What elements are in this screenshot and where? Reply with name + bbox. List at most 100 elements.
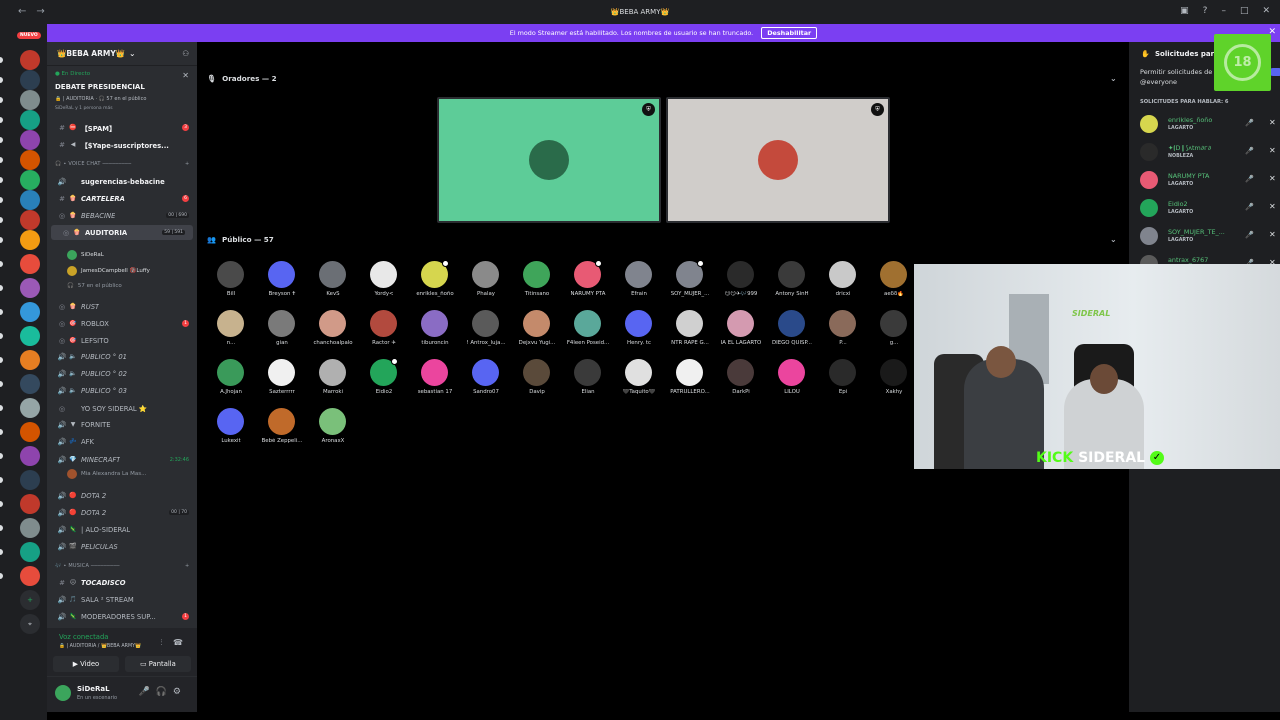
server-icon[interactable] <box>20 542 40 562</box>
audience-member[interactable]: Yordy< <box>358 261 410 307</box>
voice-member[interactable]: SiDeRaL <box>67 250 104 260</box>
close-icon[interactable]: ✕ <box>182 71 189 80</box>
server-icon[interactable] <box>20 326 40 346</box>
server-icon[interactable] <box>20 566 40 586</box>
audience-member[interactable]: gian <box>256 310 308 356</box>
channel-item[interactable]: ◎ 🎯 LEFSITO <box>47 333 197 348</box>
channel-item[interactable]: 🔊 🔈 PUBLICO ° 02 <box>47 366 197 381</box>
server-icon[interactable] <box>20 150 40 170</box>
server-icon[interactable] <box>20 278 40 298</box>
server-header[interactable]: 👑BEBA ARMY👑 ⌄ ⚇ <box>47 42 197 66</box>
audience-member[interactable]: enrikles_ñoño <box>409 260 461 307</box>
audience-member[interactable]: F4leen Poseid... <box>562 310 614 356</box>
add-member-icon[interactable]: ⚇ <box>182 49 189 58</box>
audience-member[interactable]: Sandro07 <box>460 359 512 405</box>
channel-item[interactable]: ◎ 🎯 ROBLOX 1 <box>47 316 197 331</box>
channel-item[interactable]: # ◀ 【$Yape-suscriptores... <box>47 137 197 152</box>
server-icon[interactable] <box>20 230 40 250</box>
disable-streamer-button[interactable]: Deshabilitar <box>761 27 818 39</box>
channel-item[interactable]: # 🍿 CARTELERA 6 <box>47 191 197 206</box>
server-icon[interactable] <box>20 350 40 370</box>
audience-member[interactable]: IA EL LAGARTO <box>715 310 767 356</box>
approve-speaker-icon[interactable]: 🎤 <box>1245 175 1254 183</box>
channel-item[interactable]: ◎ 🍿 AUDITORIA 59 | 591 <box>51 225 193 240</box>
audience-member[interactable]: Bill <box>205 261 257 307</box>
server-icon[interactable] <box>20 302 40 322</box>
channel-item[interactable]: 🔊 🎬 PELICULAS <box>47 539 197 554</box>
speak-request[interactable]: enrikles_ñoño LAGARTO 🎤 ✕ <box>1140 113 1280 135</box>
channel-item[interactable]: # 😐 TOCADISCO <box>47 575 197 590</box>
audience-member[interactable]: Efrain <box>613 261 665 307</box>
audience-member[interactable]: Lukexit <box>205 408 257 454</box>
disconnect-icon[interactable]: ☎ <box>173 638 187 647</box>
channel-item[interactable]: 🔊 🔴 DOTA 2 <box>47 488 197 503</box>
server-icon[interactable] <box>20 494 40 514</box>
channel-item[interactable]: 🔊 🎵 SALA ² STREAM <box>47 592 197 607</box>
deny-icon[interactable]: ✕ <box>1269 174 1276 183</box>
audience-member[interactable]: Dejxvu Yugi... <box>511 310 563 356</box>
channel-item[interactable]: 🔊 🦎 MODERADORES SUP... 1 <box>47 609 197 624</box>
channel-item[interactable]: ◎ YO SOY SIDERAL ⭐ <box>47 401 197 416</box>
server-icon[interactable] <box>20 170 40 190</box>
audience-member[interactable]: Eidio2 <box>358 358 410 405</box>
speak-request[interactable]: SOY_MUJER_TE_... LAGARTO 🎤 ✕ <box>1140 225 1280 247</box>
audience-member[interactable]: NARUMY PTA <box>562 260 614 307</box>
audience-member[interactable]: g... <box>868 310 920 356</box>
audience-member[interactable]: Sazterrrrr <box>256 359 308 405</box>
channel-item[interactable]: 🔊 sugerencias-bebacine <box>47 174 197 189</box>
approve-speaker-icon[interactable]: 🎤 <box>1245 147 1254 155</box>
audience-member[interactable]: DIEGO QUISP... <box>766 310 818 356</box>
audience-member[interactable]: chanchoalpalo <box>307 310 359 356</box>
audience-member[interactable]: dricxi <box>817 261 869 307</box>
audience-member[interactable]: n... <box>205 310 257 356</box>
audience-member[interactable]: ! Antrox_luja... <box>460 310 512 356</box>
server-icon[interactable] <box>20 210 40 230</box>
audience-member[interactable]: KevS <box>307 261 359 307</box>
server-icon[interactable] <box>20 446 40 466</box>
audience-member[interactable]: Marroki <box>307 359 359 405</box>
audience-member[interactable]: AronaxX <box>307 408 359 454</box>
help-icon[interactable]: ? <box>1203 6 1208 16</box>
speaker-tile[interactable]: ⛨ <box>666 97 890 223</box>
category-musica[interactable]: 🎶 ∙ MUSICA ───────── + <box>55 563 189 569</box>
video-button[interactable]: ▶ Video <box>53 656 119 672</box>
audience-member[interactable]: Xakhy <box>868 359 920 405</box>
inbox-icon[interactable]: ▣ <box>1180 6 1189 16</box>
channel-item[interactable]: 🔊 ▼ FORNITE <box>47 417 197 432</box>
audience-member[interactable]: Bebé Zeppeli... <box>256 408 308 454</box>
deny-icon[interactable]: ✕ <box>1269 202 1276 211</box>
audience-member[interactable]: SOY_MUJER_... <box>664 260 716 307</box>
audience-member[interactable]: Titinsano <box>511 261 563 307</box>
chevron-down-icon[interactable]: ⌄ <box>1110 74 1117 83</box>
microphone-icon[interactable]: 🎤 <box>138 687 155 697</box>
audience-member[interactable]: Phalay <box>460 261 512 307</box>
server-icon[interactable] <box>20 374 40 394</box>
server-icon[interactable] <box>20 470 40 490</box>
audience-member[interactable]: 🖤Taquito🖤 <box>613 359 665 405</box>
screen-share-button[interactable]: ▭ Pantalla <box>125 656 191 672</box>
deny-icon[interactable]: ✕ <box>1269 146 1276 155</box>
approve-speaker-icon[interactable]: 🎤 <box>1245 119 1254 127</box>
audience-member[interactable]: Davip <box>511 359 563 405</box>
live-event-card[interactable]: ● En Directo ✕ DEBATE PRESIDENCIAL 🔒 | A… <box>51 68 193 114</box>
speakers-header[interactable]: 🎙 Oradores — 2 ⌄ <box>207 74 1117 83</box>
audience-member[interactable]: aeδδ🔥 <box>868 261 920 307</box>
deny-icon[interactable]: ✕ <box>1269 118 1276 127</box>
category-voice-chat[interactable]: 🎧 ∙ VOICE CHAT ───────── + <box>55 161 189 167</box>
server-icon[interactable] <box>20 50 40 70</box>
audience-member[interactable]: 😏😏✈🎶999 <box>715 261 767 307</box>
add-channel-icon[interactable]: + <box>185 563 189 569</box>
signal-icon[interactable]: ⫶ <box>160 638 166 647</box>
discover-icon[interactable]: ⌖ <box>20 614 40 634</box>
maximize-icon[interactable]: □ <box>1240 6 1249 16</box>
channel-item[interactable]: 🔊 🔴 DOTA 2 00 | 70 <box>47 505 197 520</box>
server-icon[interactable] <box>20 130 40 150</box>
audience-member[interactable]: Henry. tc <box>613 310 665 356</box>
chevron-down-icon[interactable]: ⌄ <box>1110 235 1117 244</box>
audience-member[interactable]: PATRULLERO... <box>664 359 716 405</box>
speak-request[interactable]: Eidio2 LAGARTO 🎤 ✕ <box>1140 197 1280 219</box>
close-icon[interactable]: ✕ <box>1262 6 1270 16</box>
audience-member[interactable]: P... <box>817 310 869 356</box>
server-icon[interactable] <box>20 90 40 110</box>
headphones-icon[interactable]: 🎧 <box>156 687 173 697</box>
